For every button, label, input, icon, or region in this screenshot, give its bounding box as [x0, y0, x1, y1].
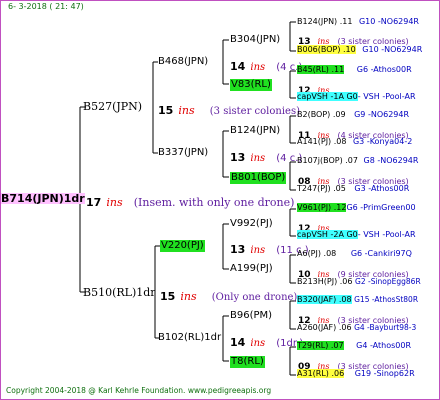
gen4-bot-name-4: T247(PJ) .05 [297, 184, 346, 193]
gen4-top-5[interactable]: V961(PJ) .12G6 -PrimGreen00 [297, 203, 416, 212]
gen4-bot-code-5: - VSH -Pool-AR [357, 230, 416, 239]
gen4-bot-code-6: G2 -SinopEgg86R [355, 277, 421, 286]
gen2-ins-3: ins [250, 245, 266, 256]
gen4-top-name-1: B124(JPN) .11 [297, 17, 353, 26]
gen3-name-1[interactable]: B304(JPN) [230, 35, 280, 45]
gen3-name-4[interactable]: B801(BOP) [230, 172, 287, 184]
gen4-top-code-3: G9 -NO6294R [354, 110, 410, 119]
sire-upper-num: 15 [158, 104, 174, 117]
gen2-num-2: 13 [230, 151, 246, 164]
dam-lower-note: (Only one drone) [211, 292, 298, 303]
gen2-num-1: 14 [230, 60, 246, 73]
gen4-top-code-2: G6 -Athos00R [356, 65, 412, 74]
gen4-top-1[interactable]: B124(JPN) .11 G10 -NO6294R [297, 18, 419, 26]
gen3-name-5[interactable]: V992(PJ) [230, 219, 273, 229]
dam-lower-ins: ins [180, 290, 197, 303]
gen4-top-4[interactable]: B107j(BOP) .07 G8 -NO6294R [297, 157, 418, 165]
root-ins: ins [106, 196, 123, 209]
gen4-top-6[interactable]: A6(PJ) .08 G6 -Cankiri97Q [297, 250, 412, 258]
root-num: 17 [86, 196, 102, 209]
gen2-name-1[interactable]: B468(JPN) [158, 57, 208, 67]
sire-upper-info: 15 ins (3 sister colonies) [158, 101, 300, 117]
gen4-bot-name-1: B006(BOP) .10 [297, 45, 356, 54]
gen4-top-code-8: G4 -Athos00R [356, 341, 412, 350]
gen4-bot-2[interactable]: capVSH -1A G0- VSH -Pool-AR [297, 92, 416, 101]
gen2-ins-4: ins [250, 338, 266, 349]
gen4-bot-8[interactable]: A31(RL) .06 G19 -Sinop62R [297, 369, 415, 378]
gen4-top-2[interactable]: B45(RL) .11 G6 -Athos00R [297, 65, 412, 74]
gen4-bot-7[interactable]: A260(JAF) .06 G4 -Bayburt98-3 [297, 324, 416, 332]
gen3-name-8[interactable]: T8(RL) [230, 356, 265, 368]
sire-upper-note: (3 sister colonies) [209, 106, 300, 117]
gen4-top-name-3: B2(BOP) .09 [297, 110, 346, 119]
gen2-num-4: 14 [230, 336, 246, 349]
gen4-top-code-7: G15 -AthosSt80R [354, 295, 419, 304]
gen4-bot-1[interactable]: B006(BOP) .10 G10 -NO6294R [297, 45, 423, 54]
gen4-top-name-4: B107j(BOP) .07 [297, 156, 358, 165]
gen4-bot-6[interactable]: B213H(PJ) .06 G2 -SinopEgg86R [297, 278, 421, 286]
root-insem-info: 17 ins (Insem. with only one drone) [86, 193, 294, 209]
gen3-name-6[interactable]: A199(PJ) [230, 264, 273, 274]
gen4-bot-name-8: A31(RL) .06 [297, 369, 345, 378]
print-date: 6- 3-2018 ( 21: 47) [8, 2, 84, 11]
gen4-top-name-8: T29(RL) .07 [297, 341, 344, 350]
gen4-bot-code-3: G3 -Konya04-2 [352, 137, 413, 146]
gen2-ins-1: ins [250, 62, 266, 73]
gen4-top-code-6: G6 -Cankiri97Q [350, 249, 412, 258]
dam-lower-info: 15 ins (Only one drone) [160, 287, 297, 303]
gen4-bot-code-8: G19 -Sinop62R [354, 369, 415, 378]
gen4-top-name-2: B45(RL) .11 [297, 65, 345, 74]
gen4-bot-name-6: B213H(PJ) .06 [297, 277, 353, 286]
gen4-top-name-7: B320(JAF) .08 [297, 295, 352, 304]
gen4-bot-code-2: - VSH -Pool-AR [357, 92, 416, 101]
sire-upper-ins: ins [178, 104, 195, 117]
gen4-bot-5[interactable]: capVSH -2A G0- VSH -Pool-AR [297, 230, 416, 239]
dam-lower-name[interactable]: B510(RL)1dr [83, 287, 156, 298]
gen2-name-3[interactable]: V220(PJ) [160, 240, 205, 252]
gen4-bot-name-3: A141(PJ) .08 [297, 137, 347, 146]
gen4-bot-name-5: capVSH -2A G0 [297, 230, 358, 239]
gen4-bot-code-4: G3 -Athos00R [354, 184, 410, 193]
sire-upper-name[interactable]: B527(JPN) [83, 101, 142, 112]
gen4-bot-3[interactable]: A141(PJ) .08 G3 -Konya04-2 [297, 138, 412, 146]
dam-lower-num: 15 [160, 290, 176, 303]
gen4-bot-code-7: G4 -Bayburt98-3 [354, 323, 417, 332]
gen4-bot-4[interactable]: T247(PJ) .05 G3 -Athos00R [297, 185, 409, 193]
gen2-name-4[interactable]: B102(RL)1dr [158, 333, 221, 343]
gen2-info-2: 13 ins (4 c.) [230, 148, 302, 164]
gen2-num-3: 13 [230, 243, 246, 256]
gen4-top-7[interactable]: B320(JAF) .08 G15 -AthosSt80R [297, 295, 419, 304]
gen4-top-code-5: G6 -PrimGreen00 [346, 203, 416, 212]
gen2-info-4: 14 ins (1dr.) [230, 333, 303, 349]
gen4-top-code-4: G8 -NO6294R [363, 156, 419, 165]
gen3-name-3[interactable]: B124(JPN) [230, 126, 280, 136]
queen-root-name[interactable]: B714(JPN)1dr [1, 193, 85, 204]
copyright-footer: Copyright 2004-2018 @ Karl Kehrle Founda… [6, 386, 272, 395]
gen4-top-name-6: A6(PJ) .08 [297, 249, 337, 258]
gen4-bot-name-7: A260(JAF) .06 [297, 323, 352, 332]
gen4-top-8[interactable]: T29(RL) .07 G4 -Athos00R [297, 341, 412, 350]
gen3-name-2[interactable]: V83(RL) [230, 79, 272, 91]
gen2-ins-2: ins [250, 153, 266, 164]
gen4-top-3[interactable]: B2(BOP) .09 G9 -NO6294R [297, 111, 409, 119]
gen3-name-7[interactable]: B96(PM) [230, 311, 272, 321]
gen2-info-1: 14 ins (4 c.) [230, 57, 302, 73]
gen4-top-name-5: V961(PJ) .12 [297, 203, 347, 212]
gen4-bot-name-2: capVSH -1A G0 [297, 92, 358, 101]
gen4-top-code-1: G10 -NO6294R [358, 17, 419, 26]
gen2-name-2[interactable]: B337(JPN) [158, 148, 208, 158]
root-note: (Insem. with only one drone) [133, 196, 295, 209]
gen4-bot-code-1: G10 -NO6294R [362, 45, 423, 54]
